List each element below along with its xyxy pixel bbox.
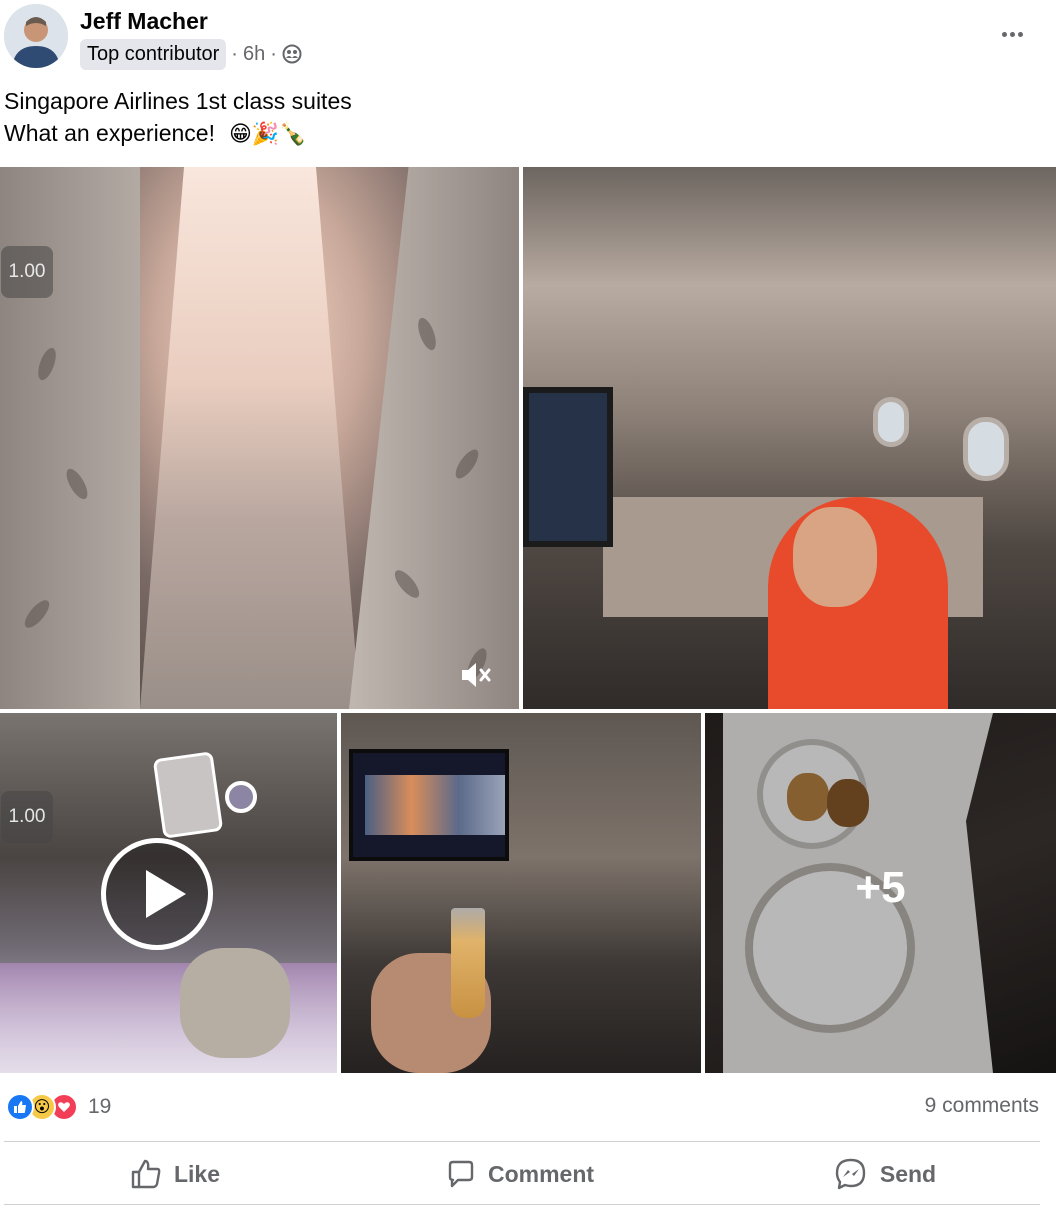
playback-speed-button[interactable]: 1.00: [1, 246, 53, 298]
play-icon[interactable]: [101, 838, 213, 950]
divider: [4, 1141, 1040, 1142]
comment-bubble-icon: [448, 1160, 474, 1188]
post-text-line2: What an experience!: [4, 120, 215, 146]
more-overlay: [705, 713, 1056, 1073]
cabin-window: [963, 417, 1009, 481]
post-text-line: Singapore Airlines 1st class suites: [4, 88, 352, 114]
friends-icon[interactable]: [282, 44, 302, 64]
tv-screen: [349, 749, 509, 861]
messenger-icon: [835, 1158, 866, 1190]
vanity-stool: [180, 948, 290, 1058]
suite-panel-right: [349, 167, 519, 709]
emoji-group: 😁🎉🍾: [228, 121, 307, 146]
more-dots-icon: [1017, 31, 1023, 37]
divider: [4, 1204, 1040, 1205]
tv-content: [365, 775, 505, 835]
playback-speed-button[interactable]: 1.00: [1, 791, 53, 843]
thumbs-up-icon: [131, 1159, 161, 1189]
author-avatar[interactable]: [4, 4, 68, 68]
send-label: Send: [879, 1160, 937, 1187]
person-face: [793, 507, 877, 607]
meta-separator: ·: [231, 42, 238, 65]
post-timestamp[interactable]: 6h: [243, 43, 265, 66]
more-dots-icon: [1009, 31, 1015, 37]
media-photo-meal[interactable]: +5: [705, 713, 1056, 1073]
comment-button[interactable]: Comment: [420, 1150, 620, 1198]
media-video-corridor[interactable]: [0, 167, 519, 709]
avatar-photo: [4, 4, 68, 68]
author-name[interactable]: Jeff Macher: [80, 8, 208, 35]
entertainment-screen: [523, 387, 613, 547]
like-reaction-icon: [6, 1093, 34, 1121]
more-options-button[interactable]: [992, 22, 1032, 46]
cabin-window: [873, 397, 909, 447]
more-dots-icon: [1001, 31, 1007, 37]
media-photo-champagne[interactable]: [341, 713, 701, 1073]
corridor-scene: [140, 167, 360, 709]
post-meta: Top contributor · 6h ·: [80, 38, 302, 70]
comment-label: Comment: [487, 1160, 595, 1187]
post-text: Singapore Airlines 1st class suites What…: [4, 85, 352, 150]
media-photo-suite-selfie[interactable]: [523, 167, 1056, 709]
comments-count-link[interactable]: 9 comments: [925, 1094, 1039, 1118]
like-label: Like: [173, 1160, 221, 1187]
reaction-count: 19: [88, 1095, 112, 1118]
like-button[interactable]: Like: [90, 1150, 260, 1198]
vanity-mirror: [152, 751, 224, 839]
ring-light: [225, 781, 257, 813]
top-contributor-badge[interactable]: Top contributor: [80, 38, 227, 70]
meta-separator: ·: [270, 42, 277, 65]
send-button[interactable]: Send: [800, 1150, 970, 1198]
champagne-glass: [451, 908, 485, 1018]
muted-speaker-icon[interactable]: [458, 657, 494, 693]
post-text-line: What an experience! 😁🎉🍾: [4, 117, 352, 150]
reactions-summary[interactable]: 😮 19: [6, 1092, 111, 1122]
